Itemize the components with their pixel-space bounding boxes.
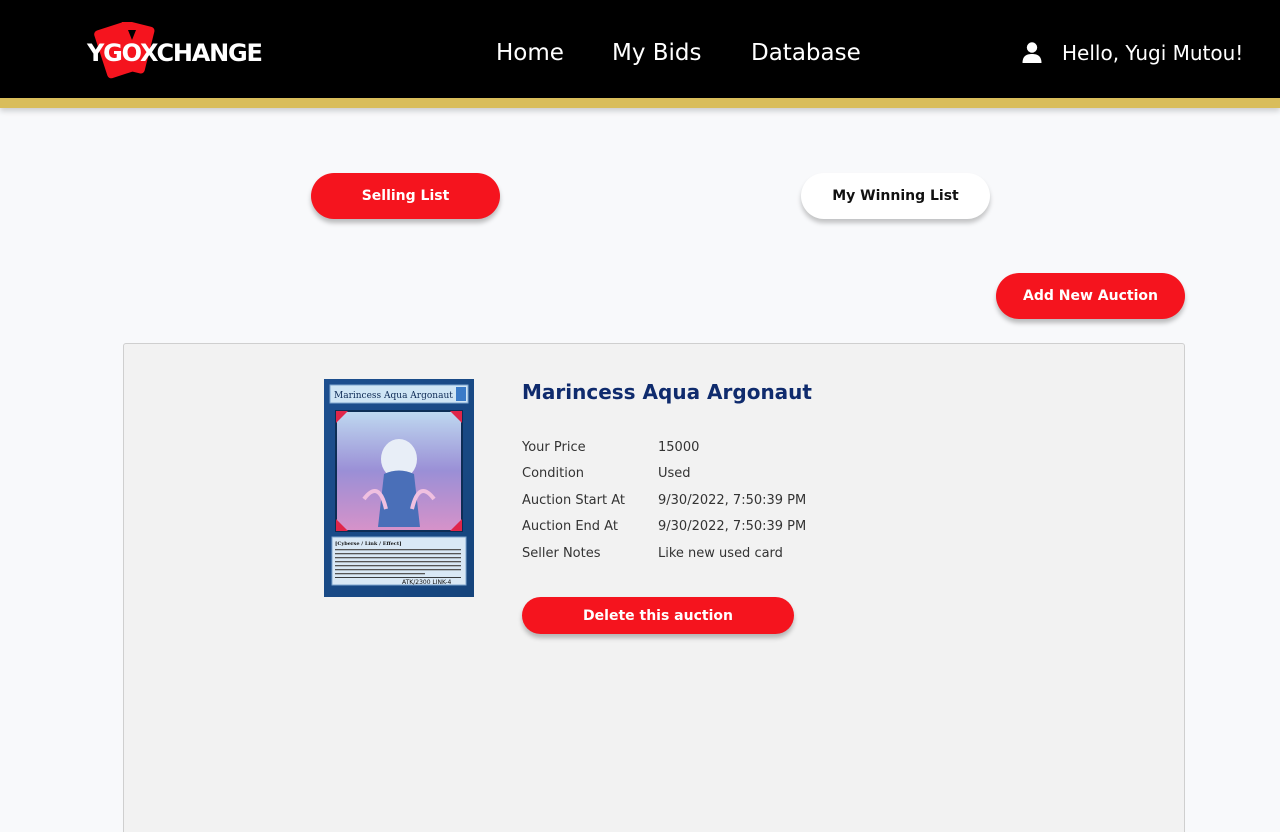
detail-value: 15000: [658, 440, 700, 455]
logo[interactable]: YGOXCHANGE: [86, 22, 263, 84]
user-icon: [1022, 42, 1042, 63]
detail-label: Auction End At: [522, 519, 618, 534]
auction-card-title: Marincess Aqua Argonaut: [522, 380, 812, 404]
navbar-gold-border: [0, 98, 1280, 108]
detail-value: 9/30/2022, 7:50:39 PM: [658, 493, 807, 508]
tab-selling-list[interactable]: Selling List: [311, 173, 500, 219]
user-menu[interactable]: Hello, Yugi Mutou!: [1022, 36, 1243, 70]
card-image-stats: ATK/2300 LINK-4: [402, 579, 452, 586]
detail-label: Condition: [522, 466, 585, 481]
user-greeting: Hello, Yugi Mutou!: [1062, 41, 1244, 65]
detail-value: 9/30/2022, 7:50:39 PM: [658, 519, 807, 534]
delete-auction-button[interactable]: Delete this auction: [522, 597, 794, 634]
detail-value: Used: [658, 466, 691, 481]
add-new-auction-button[interactable]: Add New Auction: [996, 273, 1185, 319]
nav-database-link[interactable]: Database: [751, 36, 861, 70]
detail-label: Seller Notes: [522, 546, 601, 561]
logo-text: YGOXCHANGE: [87, 39, 263, 67]
nav-my-bids-link[interactable]: My Bids: [612, 36, 702, 70]
card-image: Marincess Aqua Argonaut [Cyberse / Link …: [324, 379, 474, 597]
tab-my-winning-list[interactable]: My Winning List: [801, 173, 990, 219]
card-image-type-line: [Cyberse / Link / Effect]: [335, 541, 402, 547]
detail-label: Your Price: [522, 440, 586, 455]
card-image-name: Marincess Aqua Argonaut: [334, 391, 453, 401]
top-navbar: YGOXCHANGE Home My Bids Database Hello, …: [0, 0, 1280, 98]
auction-item-panel: Marincess Aqua Argonaut [Cyberse / Link …: [123, 343, 1185, 832]
detail-value: Like new used card: [658, 546, 783, 561]
nav-home-link[interactable]: Home: [496, 36, 564, 70]
detail-label: Auction Start At: [522, 493, 625, 508]
